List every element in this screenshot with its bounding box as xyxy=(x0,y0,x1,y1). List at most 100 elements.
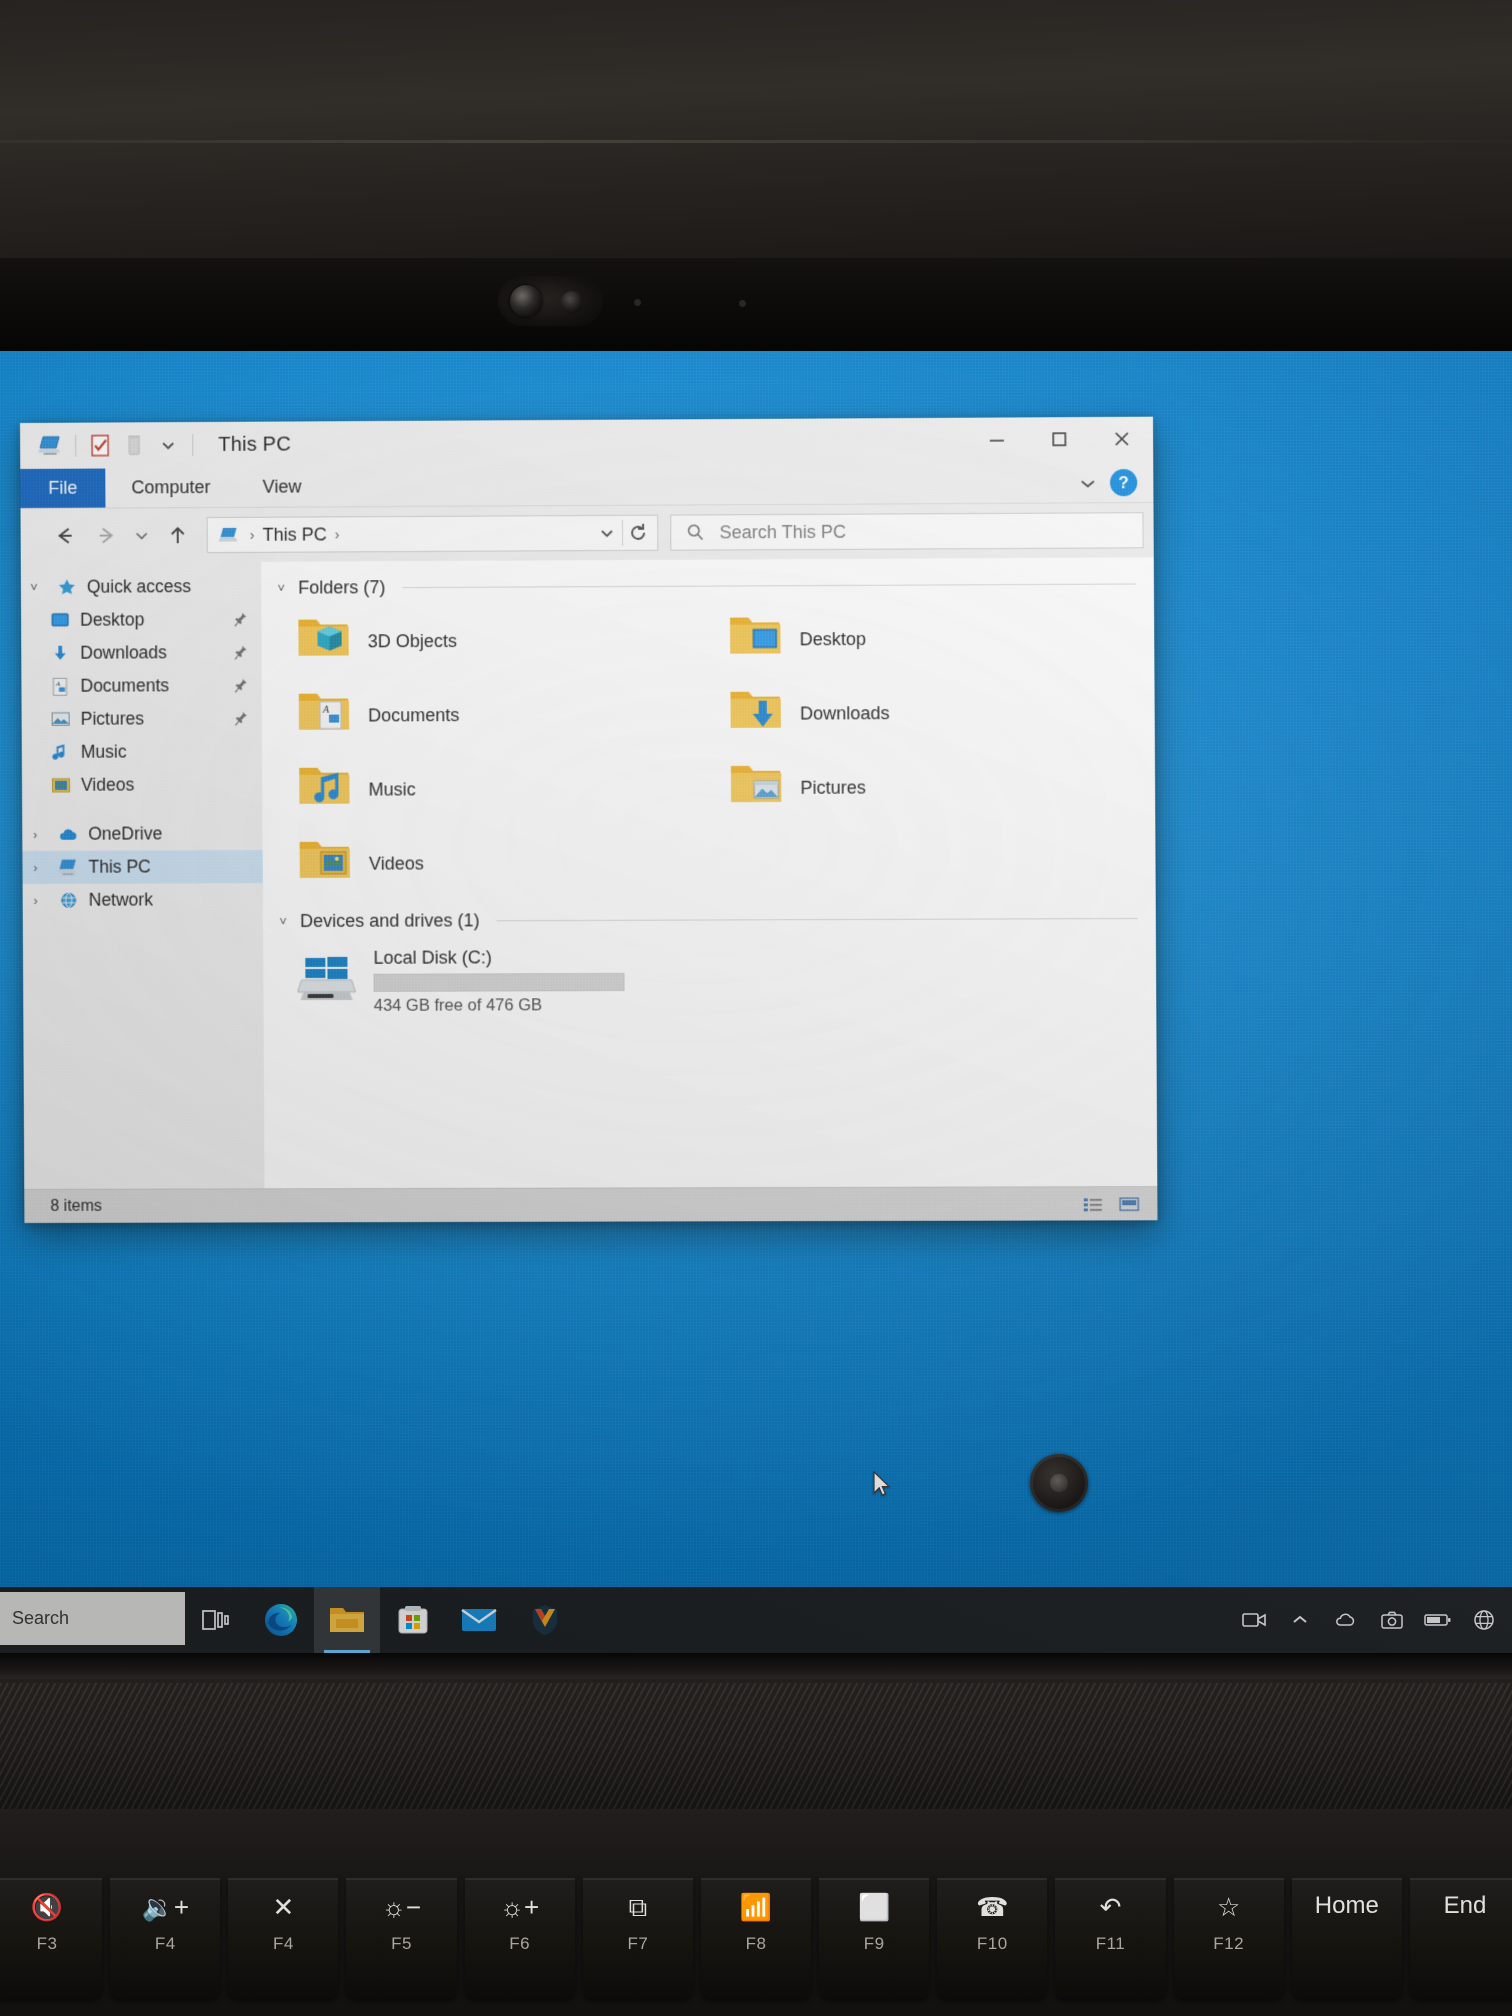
mcafee-button[interactable] xyxy=(512,1587,578,1653)
delete-icon[interactable] xyxy=(117,428,151,462)
power-button[interactable] xyxy=(1030,1454,1088,1512)
pin-icon[interactable] xyxy=(233,611,255,627)
chevron-down-icon[interactable]: ˅ xyxy=(273,581,289,596)
key-f11[interactable]: ↶ F11 xyxy=(1055,1878,1166,1998)
key-label: F3 xyxy=(36,1934,58,1953)
sidebar-item-network[interactable]: › Network xyxy=(23,883,263,917)
show-hidden-icons-icon[interactable] xyxy=(1286,1606,1314,1634)
details-view-icon[interactable] xyxy=(1079,1193,1107,1215)
mail-button[interactable] xyxy=(446,1587,512,1653)
tab-view[interactable]: View xyxy=(236,467,327,507)
sidebar-item-music[interactable]: Music xyxy=(22,735,262,769)
address-bar[interactable]: › This PC › xyxy=(206,514,659,554)
sidebar-item-videos[interactable]: Videos xyxy=(22,768,262,802)
folder-item-videos[interactable]: Videos xyxy=(283,825,705,901)
key-f8[interactable]: 📶 F8 xyxy=(700,1878,812,1998)
drives-group-header[interactable]: ˅ Devices and drives (1) xyxy=(275,908,1138,932)
microsoft-edge-button[interactable] xyxy=(248,1587,314,1653)
pin-icon[interactable] xyxy=(234,677,256,693)
folder-documents-icon: A xyxy=(296,688,352,744)
folder-item-pictures[interactable]: Pictures xyxy=(714,749,1137,825)
chevron-down-icon[interactable]: ˅ xyxy=(21,580,47,595)
sidebar-item-documents[interactable]: A Documents xyxy=(21,669,261,703)
key-f10[interactable]: ☎ F10 xyxy=(937,1878,1048,1998)
search-input[interactable]: Search This PC xyxy=(670,512,1144,551)
volume-up-icon: 🔉+ xyxy=(141,1892,190,1922)
help-icon[interactable]: ? xyxy=(1109,468,1138,497)
tab-file[interactable]: File xyxy=(20,468,106,508)
meet-now-icon[interactable] xyxy=(1240,1606,1268,1634)
large-icons-view-icon[interactable] xyxy=(1115,1193,1143,1215)
maximize-button[interactable] xyxy=(1028,417,1091,462)
breadcrumb-this-pc[interactable]: This PC xyxy=(262,524,326,545)
this-pc-icon xyxy=(218,523,242,547)
address-dropdown-icon[interactable] xyxy=(592,517,622,549)
key-f6[interactable]: ☼+ F6 xyxy=(464,1878,575,1998)
pin-icon[interactable] xyxy=(234,710,256,726)
refresh-icon[interactable] xyxy=(623,517,653,549)
taskbar-buttons xyxy=(182,1587,578,1653)
sidebar-item-desktop[interactable]: Desktop xyxy=(21,603,261,637)
breadcrumb-separator[interactable]: › xyxy=(327,526,348,542)
chevron-right-icon[interactable]: › xyxy=(22,827,48,842)
task-view-button[interactable] xyxy=(182,1587,248,1653)
customize-qat-icon[interactable] xyxy=(151,428,185,462)
key-f5[interactable]: ☼− F5 xyxy=(346,1878,457,1998)
laptop-screen: This PC File Computer View ? › This PC ›… xyxy=(0,351,1512,1653)
key-f12[interactable]: ☆ F12 xyxy=(1173,1878,1284,1998)
sidebar-item-this-pc[interactable]: › This PC xyxy=(22,850,263,884)
key-end[interactable]: End xyxy=(1409,1878,1512,1998)
sidebar-item-downloads[interactable]: Downloads xyxy=(21,636,261,670)
battery-icon[interactable] xyxy=(1424,1606,1452,1634)
close-button[interactable] xyxy=(1090,417,1153,462)
expand-ribbon-icon[interactable] xyxy=(1078,476,1098,490)
this-pc-icon[interactable] xyxy=(34,429,68,463)
sidebar-item-label: Music xyxy=(80,741,127,762)
folders-group-label: Folders (7) xyxy=(298,577,386,598)
microsoft-store-button[interactable] xyxy=(380,1587,446,1653)
folder-item-music[interactable]: Music xyxy=(282,751,704,827)
key-f7[interactable]: ⧉ F7 xyxy=(582,1878,693,1998)
onedrive-tray-icon[interactable] xyxy=(1332,1606,1360,1634)
camera-privacy-icon[interactable] xyxy=(1378,1606,1406,1634)
folder-item-3d-objects[interactable]: 3D Objects xyxy=(281,603,703,679)
chevron-right-icon[interactable]: › xyxy=(23,893,49,908)
breadcrumb-separator: › xyxy=(249,526,255,543)
key-mic-mute[interactable]: ✕ F4 xyxy=(228,1878,339,1998)
file-explorer-button[interactable] xyxy=(314,1587,380,1653)
folders-group-header[interactable]: ˅ Folders (7) xyxy=(273,573,1136,598)
folder-item-downloads[interactable]: Downloads xyxy=(713,675,1136,751)
sidebar-item-pictures[interactable]: Pictures xyxy=(22,702,262,736)
back-button[interactable] xyxy=(49,519,83,553)
forward-button[interactable] xyxy=(89,518,123,552)
key-f9[interactable]: ⬜ F9 xyxy=(819,1878,930,1998)
sidebar-item-quick-access[interactable]: ˅ Quick access xyxy=(21,570,261,604)
content-pane[interactable]: ˅ Folders (7) 3D Objects A Documents Mus… xyxy=(260,557,1158,1189)
tab-computer[interactable]: Computer xyxy=(105,468,236,508)
window-title-bar[interactable]: This PC xyxy=(20,416,1154,469)
screen-bezel xyxy=(0,258,1512,354)
sidebar-item-onedrive[interactable]: › OneDrive xyxy=(22,817,262,851)
address-bar-spacer xyxy=(347,533,591,534)
taskbar-search-box[interactable]: Search xyxy=(0,1592,185,1645)
up-button[interactable] xyxy=(161,518,195,552)
key-f3[interactable]: 🔇 F3 xyxy=(0,1878,103,1998)
recent-locations-icon[interactable] xyxy=(129,518,155,552)
chevron-right-icon[interactable]: › xyxy=(22,860,48,875)
folder-item-desktop[interactable]: Desktop xyxy=(713,601,1136,677)
pin-icon[interactable] xyxy=(233,644,255,660)
key-f4[interactable]: 🔉+ F4 xyxy=(110,1878,221,1998)
documents-icon: A xyxy=(47,676,73,696)
drive-item-local-disk-c[interactable]: Local Disk (C:) 434 GB free of 476 GB xyxy=(283,935,1138,1016)
key-label: F10 xyxy=(976,1934,1008,1953)
key-home[interactable]: Home xyxy=(1291,1878,1402,1998)
sidebar-item-label: Network xyxy=(88,889,153,910)
folder-music-icon xyxy=(296,762,352,818)
network-tray-icon[interactable] xyxy=(1470,1606,1498,1634)
end-call-icon: ↶ xyxy=(1099,1892,1122,1922)
minimize-button[interactable] xyxy=(965,417,1028,462)
properties-icon[interactable] xyxy=(83,428,117,462)
chevron-down-icon[interactable]: ˅ xyxy=(275,914,291,929)
folder-item-documents[interactable]: A Documents xyxy=(282,677,704,753)
display-switch-icon: ⧉ xyxy=(628,1892,648,1922)
